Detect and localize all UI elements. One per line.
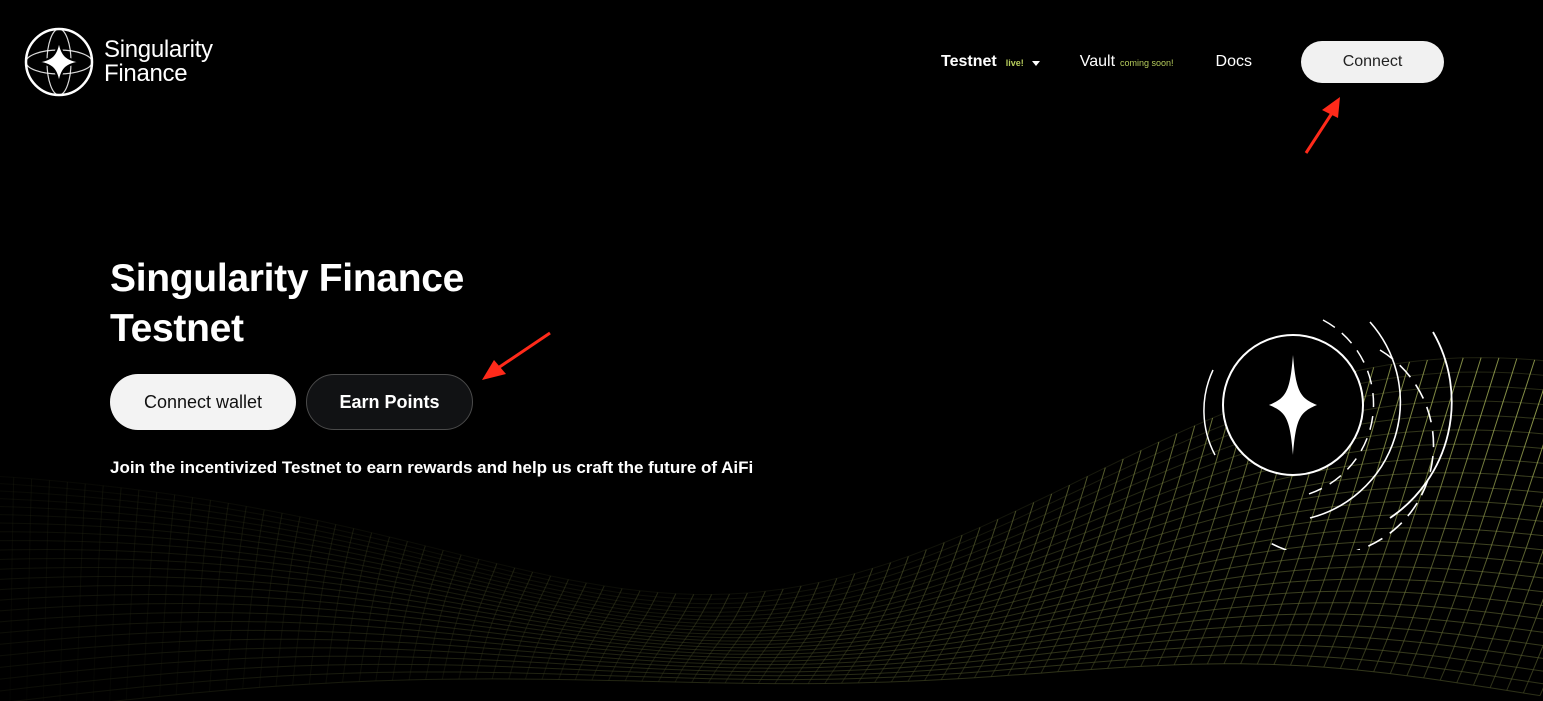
- nav-vault-label: Vault: [1079, 53, 1116, 70]
- brand-name-line1: Singularity: [104, 36, 213, 63]
- hero-section: Singularity Finance Testnet Connect wall…: [110, 254, 753, 478]
- hero-title: Singularity Finance Testnet: [110, 254, 530, 354]
- brand-name-line2: Finance: [104, 60, 188, 87]
- connect-wallet-button[interactable]: Connect wallet: [110, 374, 296, 430]
- nav-testnet-dropdown[interactable]: Testnet live!: [941, 53, 1040, 71]
- hero-actions: Connect wallet Earn Points: [110, 374, 753, 430]
- top-navigation: Singularity Finance Testnet live! Vault …: [0, 0, 1543, 125]
- nav-vault-link[interactable]: Vault coming soon!: [1080, 53, 1174, 71]
- hero-title-line2: Testnet: [110, 307, 244, 350]
- brand-logo[interactable]: Singularity Finance: [24, 27, 213, 97]
- hero-tagline: Join the incentivized Testnet to earn re…: [110, 458, 754, 477]
- connect-button[interactable]: Connect: [1301, 41, 1444, 83]
- nav-links: Testnet live! Vault coming soon! Docs: [941, 41, 1252, 83]
- logo-icon: [24, 27, 94, 97]
- hero-title-line1: Singularity Finance: [110, 257, 465, 300]
- vault-coming-soon-badge: coming soon!: [1120, 58, 1174, 68]
- testnet-live-badge: live!: [1005, 58, 1024, 68]
- earn-points-button[interactable]: Earn Points: [306, 374, 473, 430]
- nav-testnet-label: Testnet: [941, 53, 997, 70]
- caret-down-icon: [1031, 60, 1040, 66]
- brand-name: Singularity Finance: [104, 38, 213, 86]
- star-orbit-emblem-icon: [1203, 319, 1453, 550]
- nav-docs-link[interactable]: Docs: [1216, 53, 1252, 71]
